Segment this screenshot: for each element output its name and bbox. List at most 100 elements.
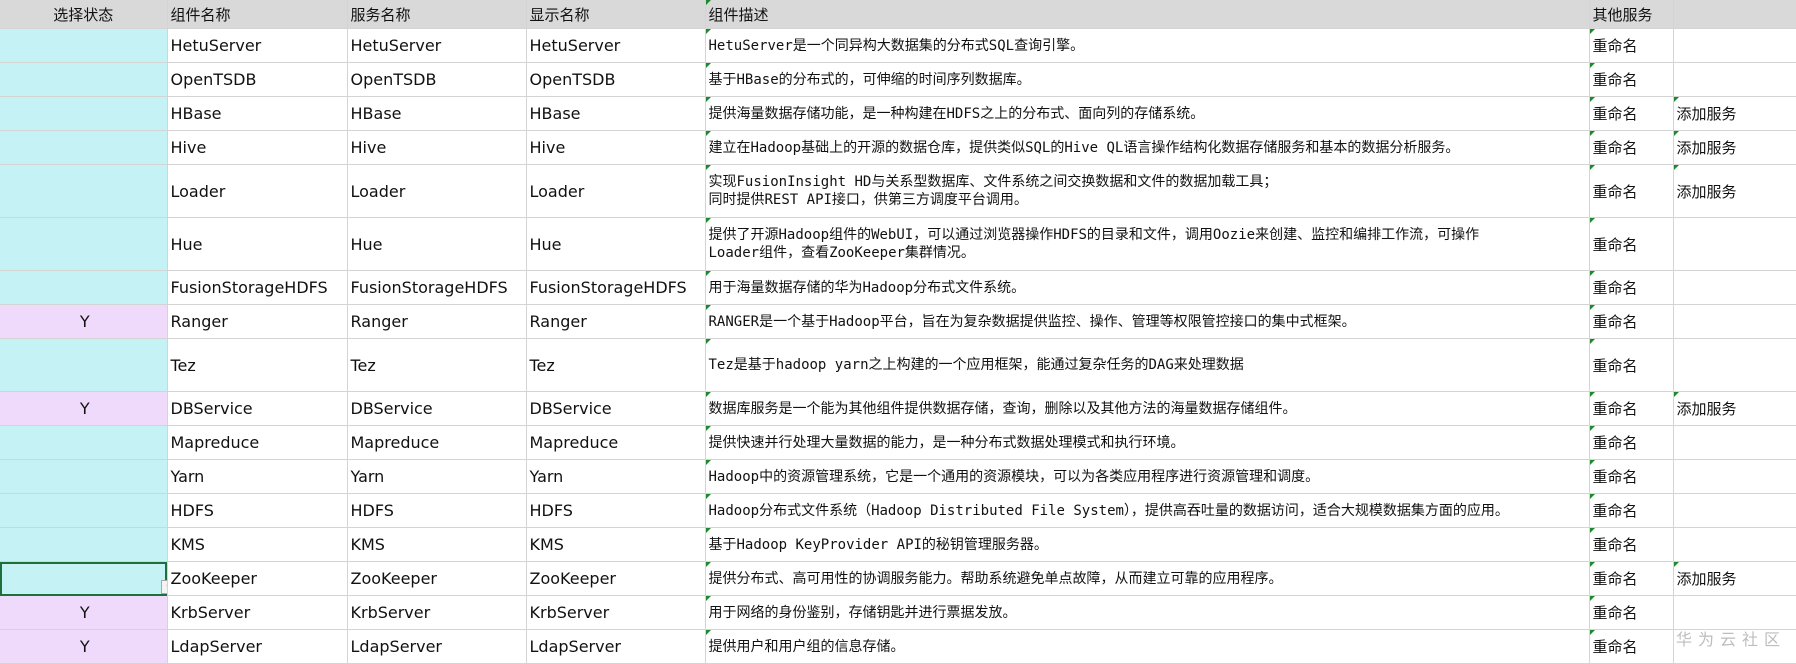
service-name-cell[interactable]: Tez (347, 338, 527, 392)
display-name-cell[interactable]: Mapreduce (526, 425, 706, 460)
select-status-cell[interactable] (0, 130, 168, 165)
component-name-cell[interactable]: Mapreduce (167, 425, 348, 460)
display-name-cell[interactable]: Tez (526, 338, 706, 392)
display-name-cell[interactable]: LdapServer (526, 629, 706, 664)
component-name-cell[interactable]: Ranger (167, 304, 348, 339)
header-other-services[interactable]: 其他服务 (1589, 0, 1674, 29)
display-name-cell[interactable]: DBService (526, 391, 706, 426)
component-desc-cell[interactable]: 基于HBase的分布式的，可伸缩的时间序列数据库。 (705, 62, 1590, 97)
add-service-cell[interactable] (1673, 527, 1796, 562)
dropdown-arrow-icon[interactable]: ▾ (160, 580, 166, 594)
component-name-cell[interactable]: DBService (167, 391, 348, 426)
add-service-cell[interactable] (1673, 595, 1796, 630)
display-name-cell[interactable]: Ranger (526, 304, 706, 339)
component-name-cell[interactable]: ZooKeeper (167, 561, 348, 596)
display-name-cell[interactable]: HDFS (526, 493, 706, 528)
component-name-cell[interactable]: HDFS (167, 493, 348, 528)
rename-cell[interactable]: 重命名 (1589, 62, 1674, 97)
component-desc-cell[interactable]: 建立在Hadoop基础上的开源的数据仓库，提供类似SQL的Hive QL语言操作… (705, 130, 1590, 165)
service-name-cell[interactable]: KrbServer (347, 595, 527, 630)
display-name-cell[interactable]: OpenTSDB (526, 62, 706, 97)
component-name-cell[interactable]: Yarn (167, 459, 348, 494)
component-name-cell[interactable]: FusionStorageHDFS (167, 270, 348, 305)
select-status-cell[interactable] (0, 28, 168, 63)
component-desc-cell[interactable]: 提供快速并行处理大量数据的能力，是一种分布式数据处理模式和执行环境。 (705, 425, 1590, 460)
rename-cell[interactable]: 重命名 (1589, 270, 1674, 305)
header-component-name[interactable]: 组件名称 (167, 0, 348, 29)
service-name-cell[interactable]: Hive (347, 130, 527, 165)
select-status-cell[interactable] (0, 164, 168, 218)
component-name-cell[interactable]: Hue (167, 217, 348, 271)
select-status-cell[interactable] (0, 527, 168, 562)
component-name-cell[interactable]: Hive (167, 130, 348, 165)
service-name-cell[interactable]: LdapServer (347, 629, 527, 664)
add-service-cell[interactable] (1673, 270, 1796, 305)
component-desc-cell[interactable]: 提供海量数据存储功能，是一种构建在HDFS之上的分布式、面向列的存储系统。 (705, 96, 1590, 131)
component-name-cell[interactable]: KrbServer (167, 595, 348, 630)
service-name-cell[interactable]: Mapreduce (347, 425, 527, 460)
component-name-cell[interactable]: Loader (167, 164, 348, 218)
service-name-cell[interactable]: FusionStorageHDFS (347, 270, 527, 305)
rename-cell[interactable]: 重命名 (1589, 459, 1674, 494)
service-name-cell[interactable]: Ranger (347, 304, 527, 339)
component-desc-cell[interactable]: Hadoop分布式文件系统（Hadoop Distributed File Sy… (705, 493, 1590, 528)
component-name-cell[interactable]: KMS (167, 527, 348, 562)
service-name-cell[interactable]: KMS (347, 527, 527, 562)
select-status-cell[interactable]: Y (0, 629, 168, 664)
add-service-cell[interactable] (1673, 62, 1796, 97)
component-desc-cell[interactable]: 基于Hadoop KeyProvider API的秘钥管理服务器。 (705, 527, 1590, 562)
select-status-cell[interactable] (0, 96, 168, 131)
select-status-cell[interactable] (0, 338, 168, 392)
display-name-cell[interactable]: Hive (526, 130, 706, 165)
rename-cell[interactable]: 重命名 (1589, 164, 1674, 218)
component-desc-cell[interactable]: RANGER是一个基于Hadoop平台，旨在为复杂数据提供监控、操作、管理等权限… (705, 304, 1590, 339)
service-name-cell[interactable]: HetuServer (347, 28, 527, 63)
display-name-cell[interactable]: Hue (526, 217, 706, 271)
component-name-cell[interactable]: Tez (167, 338, 348, 392)
select-status-cell[interactable]: Y (0, 304, 168, 339)
component-desc-cell[interactable]: 数据库服务是一个能为其他组件提供数据存储，查询，删除以及其他方法的海量数据存储组… (705, 391, 1590, 426)
component-desc-cell[interactable]: 实现FusionInsight HD与关系型数据库、文件系统之间交换数据和文件的… (705, 164, 1590, 218)
component-desc-cell[interactable]: HetuServer是一个同异构大数据集的分布式SQL查询引擎。 (705, 28, 1590, 63)
select-status-cell[interactable]: Y (0, 595, 168, 630)
display-name-cell[interactable]: KrbServer (526, 595, 706, 630)
add-service-cell[interactable] (1673, 338, 1796, 392)
select-status-cell[interactable] (0, 493, 168, 528)
select-status-cell[interactable] (0, 62, 168, 97)
rename-cell[interactable]: 重命名 (1589, 425, 1674, 460)
add-service-cell[interactable]: 添加服务 (1673, 561, 1796, 596)
display-name-cell[interactable]: Yarn (526, 459, 706, 494)
add-service-cell[interactable] (1673, 28, 1796, 63)
add-service-cell[interactable] (1673, 425, 1796, 460)
rename-cell[interactable]: 重命名 (1589, 527, 1674, 562)
display-name-cell[interactable]: ZooKeeper (526, 561, 706, 596)
add-service-cell[interactable]: 添加服务 (1673, 164, 1796, 218)
component-name-cell[interactable]: HBase (167, 96, 348, 131)
rename-cell[interactable]: 重命名 (1589, 217, 1674, 271)
add-service-cell[interactable]: 添加服务 (1673, 96, 1796, 131)
component-name-cell[interactable]: HetuServer (167, 28, 348, 63)
component-desc-cell[interactable]: 用于网络的身份鉴别，存储钥匙并进行票据发放。 (705, 595, 1590, 630)
header-component-desc[interactable]: 组件描述 (705, 0, 1590, 29)
display-name-cell[interactable]: HBase (526, 96, 706, 131)
add-service-cell[interactable] (1673, 217, 1796, 271)
rename-cell[interactable]: 重命名 (1589, 28, 1674, 63)
display-name-cell[interactable]: KMS (526, 527, 706, 562)
component-desc-cell[interactable]: Tez是基于hadoop yarn之上构建的一个应用框架，能通过复杂任务的DAG… (705, 338, 1590, 392)
rename-cell[interactable]: 重命名 (1589, 391, 1674, 426)
rename-cell[interactable]: 重命名 (1589, 629, 1674, 664)
add-service-cell[interactable]: 添加服务 (1673, 391, 1796, 426)
rename-cell[interactable]: 重命名 (1589, 561, 1674, 596)
header-service-name[interactable]: 服务名称 (347, 0, 527, 29)
rename-cell[interactable]: 重命名 (1589, 130, 1674, 165)
header-display-name[interactable]: 显示名称 (526, 0, 706, 29)
add-service-cell[interactable] (1673, 459, 1796, 494)
select-status-cell[interactable] (0, 459, 168, 494)
rename-cell[interactable]: 重命名 (1589, 338, 1674, 392)
display-name-cell[interactable]: HetuServer (526, 28, 706, 63)
header-empty[interactable] (1673, 0, 1796, 29)
component-desc-cell[interactable]: 提供用户和用户组的信息存储。 (705, 629, 1590, 664)
select-status-cell[interactable]: Y (0, 391, 168, 426)
rename-cell[interactable]: 重命名 (1589, 493, 1674, 528)
component-name-cell[interactable]: OpenTSDB (167, 62, 348, 97)
